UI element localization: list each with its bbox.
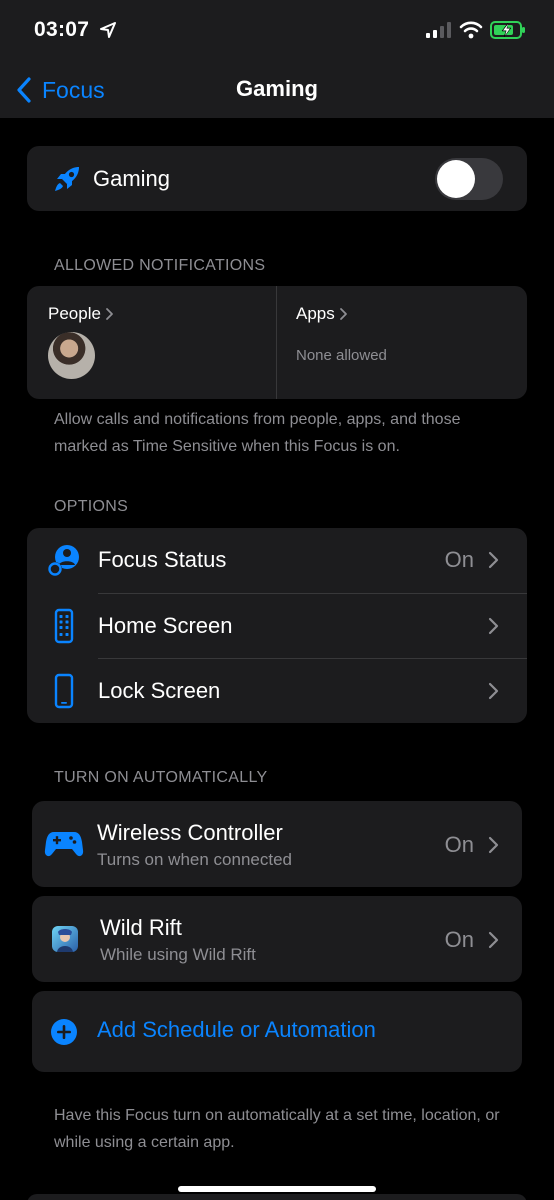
chevron-right-icon — [488, 836, 499, 854]
focus-toggle-label: Gaming — [93, 166, 171, 191]
chevron-right-icon — [488, 931, 499, 949]
apps-label: Apps — [296, 304, 335, 323]
gamepad-icon — [44, 832, 84, 857]
apps-button[interactable]: Apps — [296, 304, 348, 324]
automation-subtitle: While using Wild Rift — [100, 945, 256, 964]
lock-screen-icon — [54, 673, 74, 709]
avatar[interactable] — [48, 332, 95, 379]
focus-toggle-switch[interactable] — [435, 158, 503, 200]
allowed-notifications-footer: Allow calls and notifications from peopl… — [54, 411, 461, 455]
rocket-icon — [55, 167, 79, 191]
chevron-right-icon — [488, 617, 499, 635]
people-label: People — [48, 304, 101, 323]
battery-charging-icon — [490, 21, 525, 39]
chevron-right-icon — [106, 308, 113, 320]
option-label: Home Screen — [98, 613, 233, 638]
automation-header: TURN ON AUTOMATICALLY — [54, 769, 268, 786]
status-time: 03:07 — [34, 18, 90, 41]
add-schedule-label: Add Schedule or Automation — [97, 1017, 376, 1042]
chevron-right-icon — [488, 551, 499, 569]
back-button[interactable]: Focus — [16, 72, 105, 108]
next-card-peek — [27, 1194, 527, 1200]
chevron-right-icon — [339, 308, 347, 320]
automation-value: On — [444, 832, 474, 857]
automation-title: Wild Rift — [100, 915, 182, 940]
allowed-notifications-card — [27, 286, 527, 399]
automation-title: Wireless Controller — [97, 820, 283, 845]
location-arrow-icon — [100, 22, 116, 38]
automation-subtitle: Turns on when connected — [97, 850, 292, 869]
options-header: OPTIONS — [54, 498, 129, 515]
option-label: Lock Screen — [98, 678, 221, 703]
allowed-notifications-header: ALLOWED NOTIFICATIONS — [54, 257, 266, 274]
automation-footer: Have this Focus turn on automatically at… — [54, 1107, 500, 1151]
cellular-signal-icon — [426, 22, 451, 38]
home-indicator[interactable] — [178, 1186, 376, 1192]
status-bar: 03:07 — [0, 0, 554, 62]
people-button[interactable]: People — [48, 304, 114, 324]
wild-rift-app-icon — [52, 926, 78, 952]
chevron-right-icon — [488, 682, 499, 700]
back-button-label: Focus — [42, 76, 105, 103]
plus-circle-icon — [51, 1019, 77, 1045]
wifi-icon — [459, 21, 483, 39]
apps-value: None allowed — [296, 347, 387, 364]
chevron-left-icon — [17, 77, 31, 103]
toggle-knob — [437, 160, 475, 198]
focus-status-icon — [48, 545, 79, 576]
navigation-bar: Gaming Focus — [0, 62, 554, 118]
automation-value: On — [444, 927, 474, 952]
option-label: Focus Status — [98, 547, 227, 572]
home-screen-icon — [54, 608, 74, 644]
option-value: On — [444, 547, 474, 572]
allowed-divider — [276, 286, 277, 399]
